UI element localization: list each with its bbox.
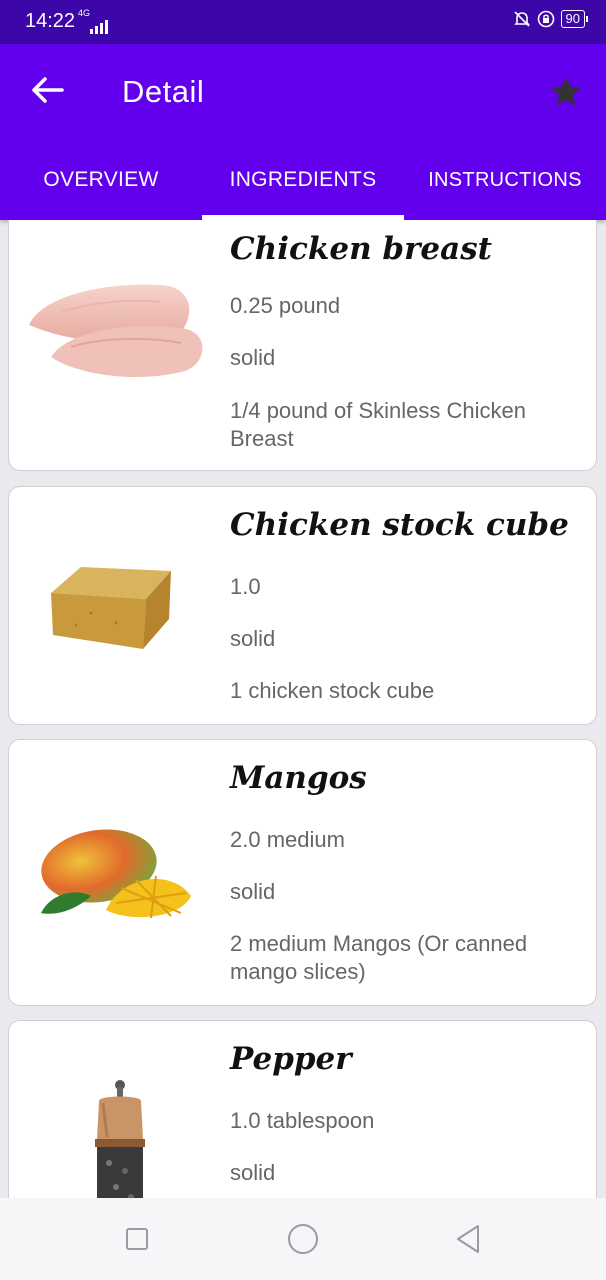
nav-back-icon[interactable] — [455, 1224, 481, 1254]
ingredient-card[interactable]: Chicken stock cube 1.0 solid 1 chicken s… — [8, 486, 597, 725]
lock-circle-icon — [537, 10, 554, 28]
ingredient-name: Mangos — [230, 760, 367, 796]
ingredient-description: 1 chicken stock cube — [230, 678, 435, 703]
ingredient-state: solid — [230, 879, 276, 904]
network-type: 4G — [78, 8, 91, 18]
ingredient-quantity: 2.0 medium — [230, 827, 345, 852]
ingredient-quantity: 0.25 pound — [230, 293, 341, 318]
favorite-star-icon[interactable] — [548, 74, 584, 110]
mango-image — [41, 829, 191, 919]
tab-bar: OVERVIEW INGREDIENTS INSTRUCTIONS — [0, 140, 606, 220]
ingredient-name: Chicken breast — [230, 231, 492, 267]
bell-muted-icon — [513, 11, 530, 27]
battery-level: 90 — [560, 10, 585, 28]
ingredient-name: Pepper — [230, 1041, 352, 1077]
status-bar: 14:22 4G 90 — [0, 0, 606, 44]
back-arrow-icon[interactable] — [28, 70, 68, 110]
status-time: 14:22 — [25, 10, 76, 32]
ingredient-quantity: 1.0 — [230, 574, 261, 599]
home-icon[interactable] — [288, 1224, 318, 1254]
stock-cube-image — [51, 567, 171, 649]
ingredient-quantity: 1.0 tablespoon — [230, 1108, 375, 1133]
ingredient-card[interactable]: Pepper 1.0 tablespoon solid — [8, 1020, 597, 1198]
ingredient-card[interactable]: Chicken breast 0.25 pound solid 1/4 poun… — [8, 220, 597, 471]
ingredient-state: solid — [230, 626, 276, 651]
ingredient-state: solid — [230, 345, 276, 370]
signal-icon — [90, 20, 108, 34]
pepper-grinder-image — [95, 1080, 145, 1198]
ingredient-card[interactable]: Mangos 2.0 medium solid 2 medium Mangos … — [8, 739, 597, 1006]
system-nav-bar — [0, 1198, 606, 1280]
tab-overview[interactable]: OVERVIEW — [0, 140, 202, 220]
tab-instructions[interactable]: INSTRUCTIONS — [404, 140, 606, 220]
page-title: Detail — [122, 74, 205, 109]
ingredient-description: 2 medium Mangos (Or canned mango slices) — [230, 931, 528, 984]
app-bar: Detail — [0, 44, 606, 140]
battery-icon — [586, 16, 588, 22]
ingredient-list[interactable]: Chicken breast 0.25 pound solid 1/4 poun… — [0, 220, 606, 1198]
ingredient-description: 1/4 pound of Skinless Chicken Breast — [230, 398, 526, 451]
recent-apps-icon[interactable] — [126, 1228, 148, 1250]
tab-ingredients[interactable]: INGREDIENTS — [202, 140, 404, 220]
ingredient-state: solid — [230, 1160, 276, 1185]
ingredient-name: Chicken stock cube — [230, 507, 569, 543]
chicken-breast-image — [29, 284, 203, 377]
